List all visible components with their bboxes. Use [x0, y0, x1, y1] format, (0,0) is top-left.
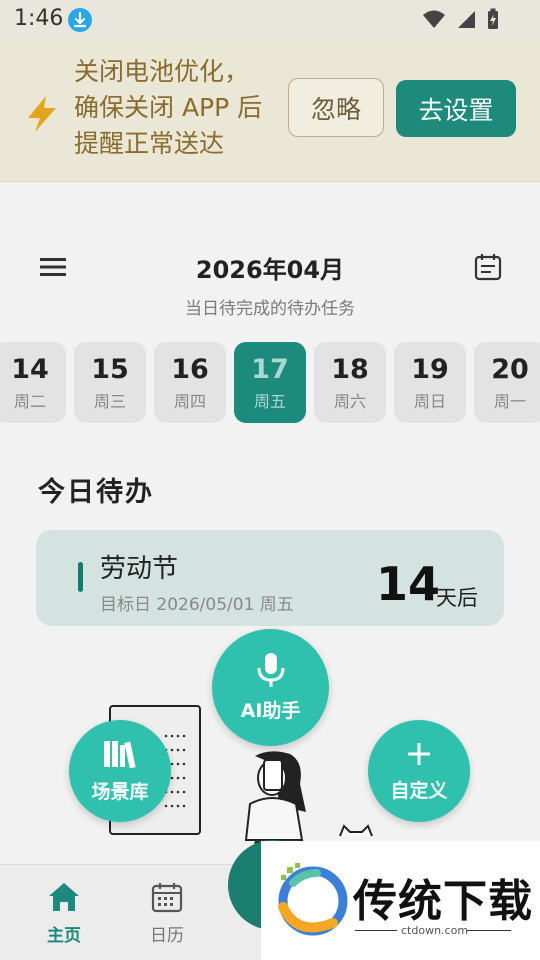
event-days-unit: 天后 — [436, 586, 478, 610]
event-target-date: 目标日 2026/05/01 周五 — [100, 595, 294, 615]
month-title[interactable]: 2026年04月 — [0, 250, 540, 285]
nav-calendar[interactable]: 日历 — [137, 881, 197, 946]
watermark-text: 传统下载 — [353, 876, 533, 927]
date-cell[interactable]: 14 周二 — [0, 342, 66, 423]
watermark: 传统下载 ctdown.com — [261, 841, 540, 960]
lightning-icon — [24, 94, 60, 138]
date-day: 18 — [331, 353, 369, 385]
watermark-logo-icon — [273, 861, 351, 945]
watermark-url: ctdown.com — [401, 924, 469, 937]
date-day: 19 — [411, 353, 449, 385]
event-name: 劳动节 — [100, 554, 179, 584]
event-color-bar — [78, 562, 83, 592]
wifi-icon — [422, 9, 446, 33]
date-cell[interactable]: 20 周一 — [474, 342, 540, 423]
ai-assistant-label: AI助手 — [240, 700, 301, 722]
date-cell-selected[interactable]: 17 周五 — [234, 342, 306, 423]
calendar-icon — [151, 881, 183, 917]
date-weekday: 周五 — [253, 391, 286, 411]
scene-library-button[interactable]: 场景库 — [69, 720, 171, 822]
status-time: 1:46 — [14, 6, 64, 31]
scene-library-label: 场景库 — [91, 780, 149, 803]
books-icon — [102, 739, 138, 773]
date-weekday: 周六 — [333, 391, 366, 411]
banner-line: 确保关闭 APP 后 — [74, 93, 263, 122]
date-day: 20 — [491, 353, 529, 385]
date-weekday: 周三 — [93, 391, 126, 411]
custom-label: 自定义 — [390, 779, 448, 802]
battery-charging-icon — [486, 8, 500, 34]
date-day: 15 — [91, 353, 129, 385]
ai-assistant-button[interactable]: AI助手 — [212, 629, 329, 746]
ignore-button[interactable]: 忽略 — [288, 78, 384, 137]
event-days-count: 14 — [376, 557, 441, 611]
date-weekday: 周日 — [413, 391, 446, 411]
custom-button[interactable]: 自定义 — [368, 720, 470, 822]
nav-home[interactable]: 主页 — [34, 881, 94, 946]
date-weekday: 周二 — [13, 391, 46, 411]
nav-home-label: 主页 — [47, 926, 81, 946]
signal-icon — [456, 9, 476, 33]
date-day: 14 — [11, 353, 49, 385]
date-day: 17 — [251, 353, 289, 385]
watermark-divider — [467, 930, 511, 931]
banner-message: 关闭电池优化， 确保关闭 APP 后 提醒正常送达 — [74, 54, 286, 162]
date-cell[interactable]: 16 周四 — [154, 342, 226, 423]
date-strip: 14 周二 15 周三 16 周四 17 周五 18 周六 19 周日 20 周… — [0, 342, 540, 423]
status-bar: 1:46 — [0, 0, 540, 38]
page-subtitle: 当日待完成的待办任务 — [185, 299, 355, 319]
banner-line: 关闭电池优化， — [74, 57, 250, 86]
date-cell[interactable]: 19 周日 — [394, 342, 466, 423]
battery-optimization-banner: 关闭电池优化， 确保关闭 APP 后 提醒正常送达 忽略 去设置 — [0, 38, 540, 182]
home-icon — [47, 881, 81, 917]
date-cell[interactable]: 18 周六 — [314, 342, 386, 423]
event-card[interactable]: 劳动节 目标日 2026/05/01 周五 14 天后 — [36, 530, 504, 626]
go-settings-button[interactable]: 去设置 — [396, 80, 516, 137]
date-cell[interactable]: 15 周三 — [74, 342, 146, 423]
nav-calendar-label: 日历 — [150, 926, 184, 946]
calendar-list-icon[interactable] — [474, 253, 502, 285]
date-weekday: 周四 — [173, 391, 206, 411]
section-title: 今日待办 — [38, 477, 154, 508]
microphone-icon — [256, 652, 286, 692]
plus-icon — [405, 740, 433, 772]
date-day: 16 — [171, 353, 209, 385]
watermark-divider — [355, 930, 397, 931]
download-icon — [68, 8, 92, 32]
date-weekday: 周一 — [493, 391, 526, 411]
banner-line: 提醒正常送达 — [74, 129, 225, 158]
